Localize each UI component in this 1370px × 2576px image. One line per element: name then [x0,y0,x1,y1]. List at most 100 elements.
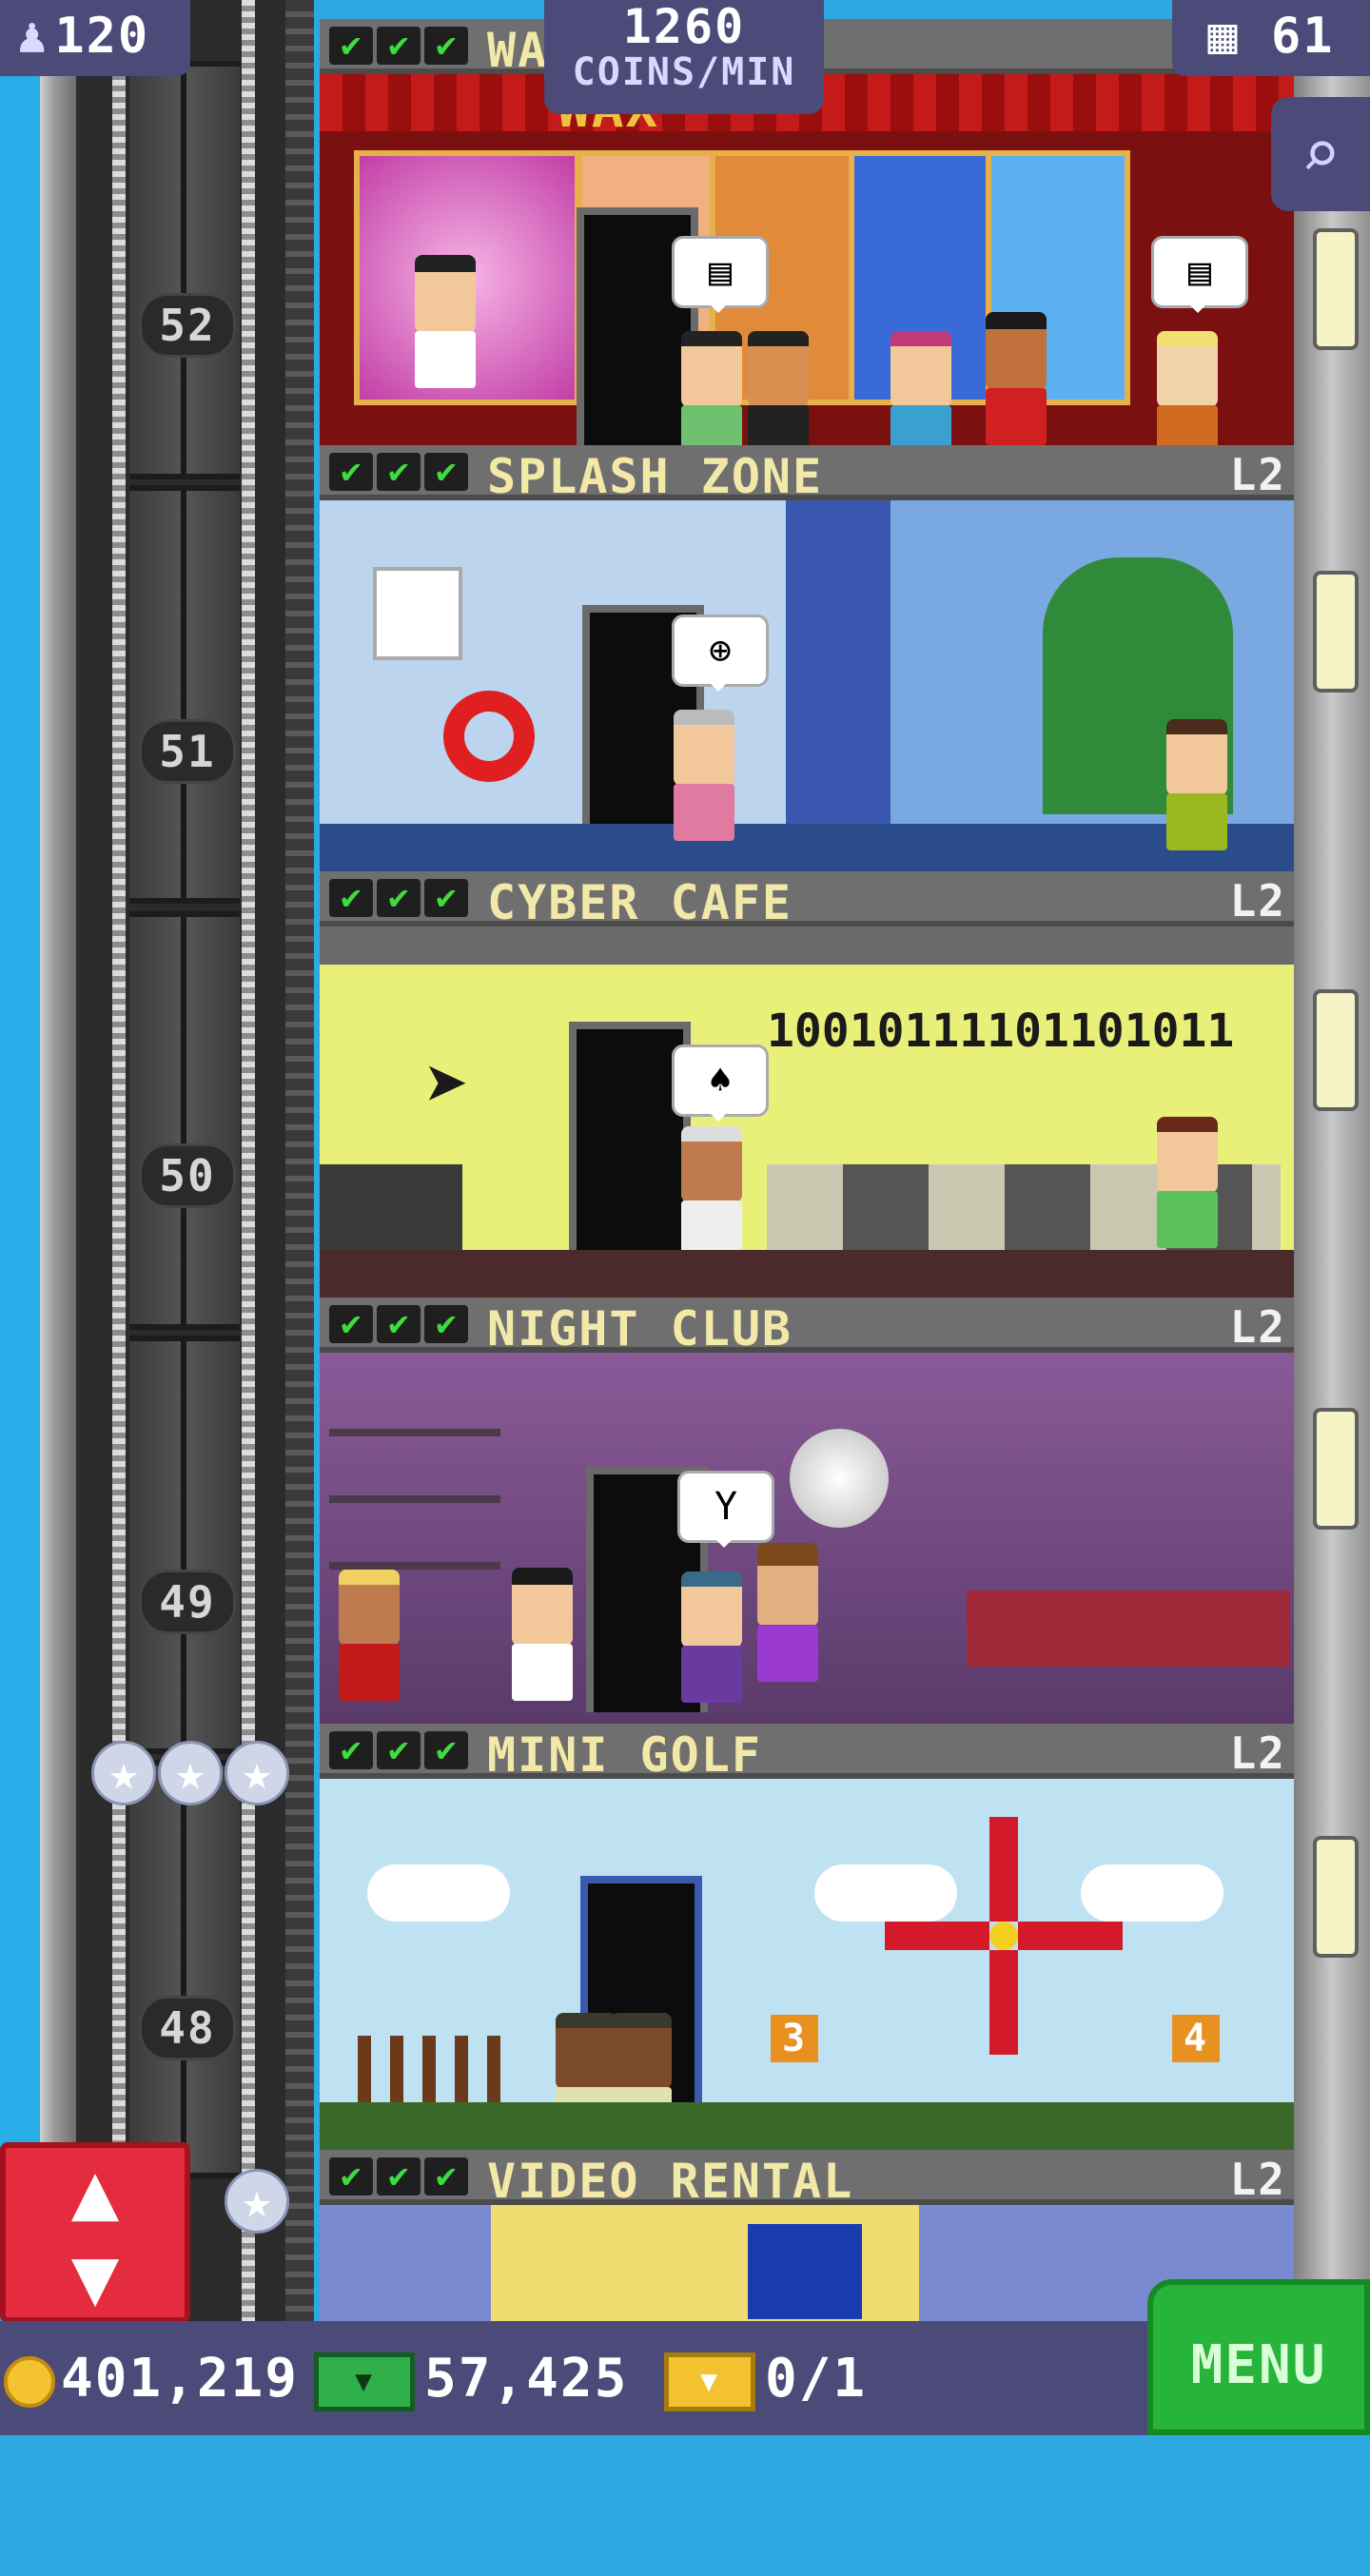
floor-mini-golf[interactable]: ✔ ✔ ✔ MINI GOLF L2 3 4 [320,1724,1294,2150]
bux-value: 57,425 [424,2348,629,2410]
hole-marker: 3 [771,2015,818,2062]
coins-per-minute-value: 1260 [622,0,746,54]
floor-night-club[interactable]: ✔ ✔ ✔ NIGHT CLUB L2 Y [320,1298,1294,1724]
floor-checks: ✔ ✔ ✔ [329,2157,468,2195]
check-icon: ✔ [377,879,421,917]
zoom-button[interactable]: ⌕ [1271,97,1370,211]
floor-level: L2 [1229,1301,1286,1353]
floor-number: 51 [139,719,236,784]
wax-figure [986,312,1047,445]
floor-level: L2 [1229,1727,1286,1779]
floor-checks: ✔ ✔ ✔ [329,879,468,917]
bitizen[interactable] [1157,331,1218,445]
bitizen[interactable] [681,1126,742,1258]
bitizen[interactable] [757,1543,818,1682]
check-icon: ✔ [424,2157,468,2195]
tickets-counter[interactable]: ▼ 0/1 [664,2346,867,2412]
tickets-value: 0/1 [765,2348,868,2410]
floor-header: ✔ ✔ ✔ MINI GOLF L2 [320,1724,1294,1783]
binary-text: 10010111101101011 [767,1005,1235,1058]
floor-level: L2 [1229,875,1286,927]
hole-marker: 4 [1172,2015,1220,2062]
elevator-arrows-icon: ▲ ▼ [70,2144,120,2323]
floor-count-value: 61 [1271,8,1335,65]
check-icon: ✔ [329,879,373,917]
thought-bubble: Y [677,1471,774,1548]
floor-name: VIDEO RENTAL [487,2154,854,2209]
bitizen[interactable] [681,331,742,445]
population-value: 120 [54,8,150,65]
floor-number: 52 [139,293,236,358]
ceiling-lamps [320,927,1294,965]
coins-per-minute-label: COINS/MIN [572,50,796,94]
bitizen[interactable] [512,1568,573,1701]
room-scene: Y [320,1353,1294,1724]
elevator-cable [242,0,255,2321]
check-icon: ✔ [329,1305,373,1343]
room-scene: WAX ▤ ▤ [320,74,1294,445]
floor-level: L2 [1229,2154,1286,2205]
shaft-panel [129,911,240,1330]
counter [320,1164,462,1250]
floor-name: CYBER CAFE [487,875,793,930]
floor-number: 49 [139,1570,236,1634]
shaft-panel [129,61,240,479]
bitizen[interactable] [1157,1117,1218,1248]
check-icon: ✔ [424,27,468,65]
menu-button[interactable]: MENU [1147,2279,1370,2435]
wax-figure [748,331,809,445]
thought-bubble: ⊕ [672,615,769,692]
floor-checks: ✔ ✔ ✔ [329,1305,468,1343]
elevator-rail [285,0,314,2321]
check-icon: ✔ [329,2157,373,2195]
bitizen[interactable] [1166,719,1227,850]
floor-splash-zone[interactable]: ✔ ✔ ✔ SPLASH ZONE L2 ⊕ [320,445,1294,871]
check-icon: ✔ [377,2157,421,2195]
shaft-panel [129,1760,240,2178]
shaft-wall [40,0,76,2321]
water [320,824,1294,871]
floor-header: ✔ ✔ ✔ VIDEO RENTAL L2 [320,2150,1294,2209]
thought-bubble: ♠ [672,1044,769,1122]
zoom-icon: ⌕ [1300,115,1341,193]
bitizen[interactable] [681,1571,742,1703]
floor-header: ✔ ✔ ✔ CYBER CAFE L2 [320,871,1294,930]
population-counter[interactable]: ♟ 120 [0,0,190,76]
window [1313,989,1359,1111]
window [1313,571,1359,693]
star-icon: ★ [158,1741,223,1805]
bitizen[interactable] [890,331,951,445]
floor-counter[interactable]: ▦ 61 [1172,0,1370,76]
bitizen[interactable] [674,710,734,841]
check-icon: ✔ [329,453,373,491]
check-icon: ✔ [377,453,421,491]
floor-name: MINI GOLF [487,1727,762,1783]
club-rack [358,2036,500,2102]
window [1313,228,1359,350]
bitizen[interactable] [339,1570,400,1701]
check-icon: ✔ [329,1731,373,1769]
check-icon: ✔ [424,453,468,491]
elevator-cable [112,0,126,2321]
bux-icon: ▼ [314,2352,415,2411]
floor-header: ✔ ✔ ✔ NIGHT CLUB L2 [320,1298,1294,1356]
poster [373,567,462,660]
star-icon: ★ [225,2169,289,2234]
building-icon: ▦ [1207,8,1240,65]
cursor-icon: ➤ [424,1041,471,1129]
coins-counter[interactable]: 401,219 [4,2346,299,2412]
floor-cyber-cafe[interactable]: ✔ ✔ ✔ CYBER CAFE L2 ➤ 10010111101101011 … [320,871,1294,1298]
bux-counter[interactable]: ▼ 57,425 [314,2346,628,2412]
counter [748,2224,862,2319]
wall-panel [786,500,890,824]
window [1313,1836,1359,1958]
coins-per-minute: 1260 COINS/MIN [544,0,824,114]
floor-checks: ✔ ✔ ✔ [329,453,468,491]
thought-bubble: ▤ [1151,236,1248,313]
elevator-button[interactable]: ▲ ▼ [0,2142,190,2323]
floor-checks: ✔ ✔ ✔ [329,1731,468,1769]
check-icon: ✔ [424,879,468,917]
sky [0,0,46,2321]
check-icon: ✔ [424,1305,468,1343]
floor-number: 48 [139,1996,236,2060]
